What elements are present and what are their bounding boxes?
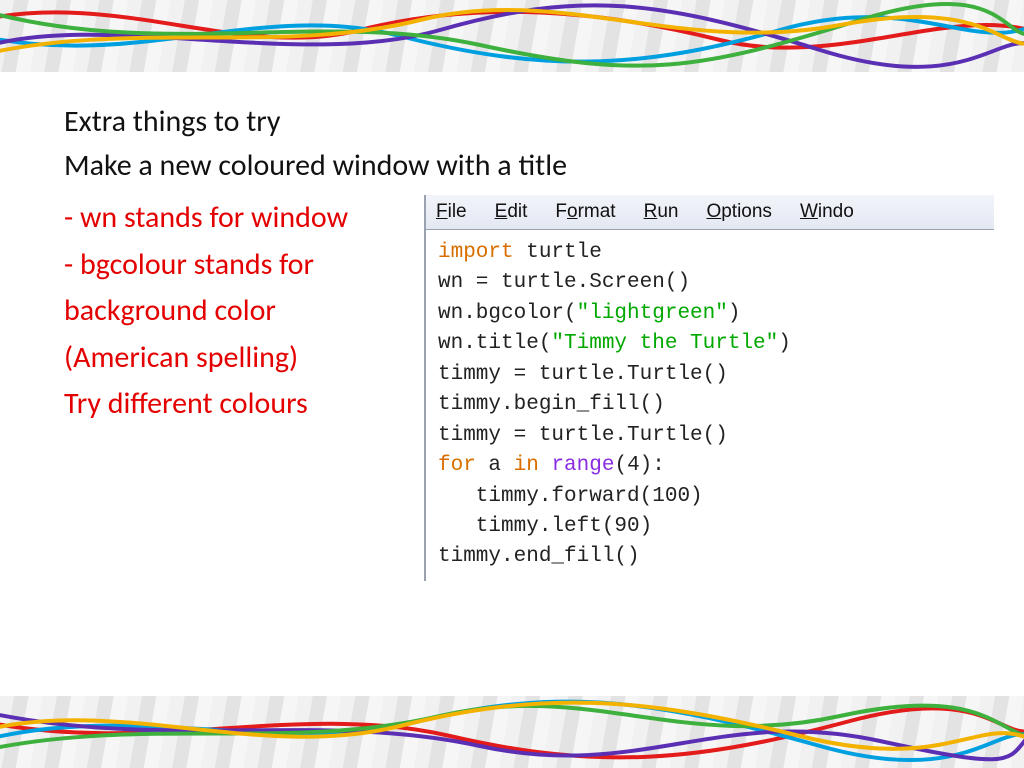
note-line: (American spelling) [64, 335, 404, 382]
note-line: - bgcolour stands for [64, 242, 404, 289]
note-line: - wn stands for window [64, 195, 404, 242]
code-editor: File Edit Format Run Options Windo impor… [424, 195, 994, 581]
code-area[interactable]: import turtle wn = turtle.Screen() wn.bg… [426, 230, 994, 581]
banner-bottom [0, 696, 1024, 768]
editor-menubar: File Edit Format Run Options Windo [426, 195, 994, 230]
menu-file[interactable]: File [436, 201, 467, 223]
note-line: background color [64, 288, 404, 335]
note-line: Try different colours [64, 381, 404, 428]
banner-top [0, 0, 1024, 72]
slide-subtitle: Make a new coloured window with a title [64, 144, 994, 188]
menu-format[interactable]: Format [555, 201, 615, 223]
slide-title: Extra things to try [64, 100, 994, 144]
menu-run[interactable]: Run [644, 201, 679, 223]
menu-window[interactable]: Windo [800, 201, 854, 223]
slide-content: Extra things to try Make a new coloured … [64, 100, 994, 668]
slide-notes: - wn stands for window - bgcolour stands… [64, 195, 404, 581]
menu-edit[interactable]: Edit [495, 201, 528, 223]
menu-options[interactable]: Options [706, 201, 771, 223]
